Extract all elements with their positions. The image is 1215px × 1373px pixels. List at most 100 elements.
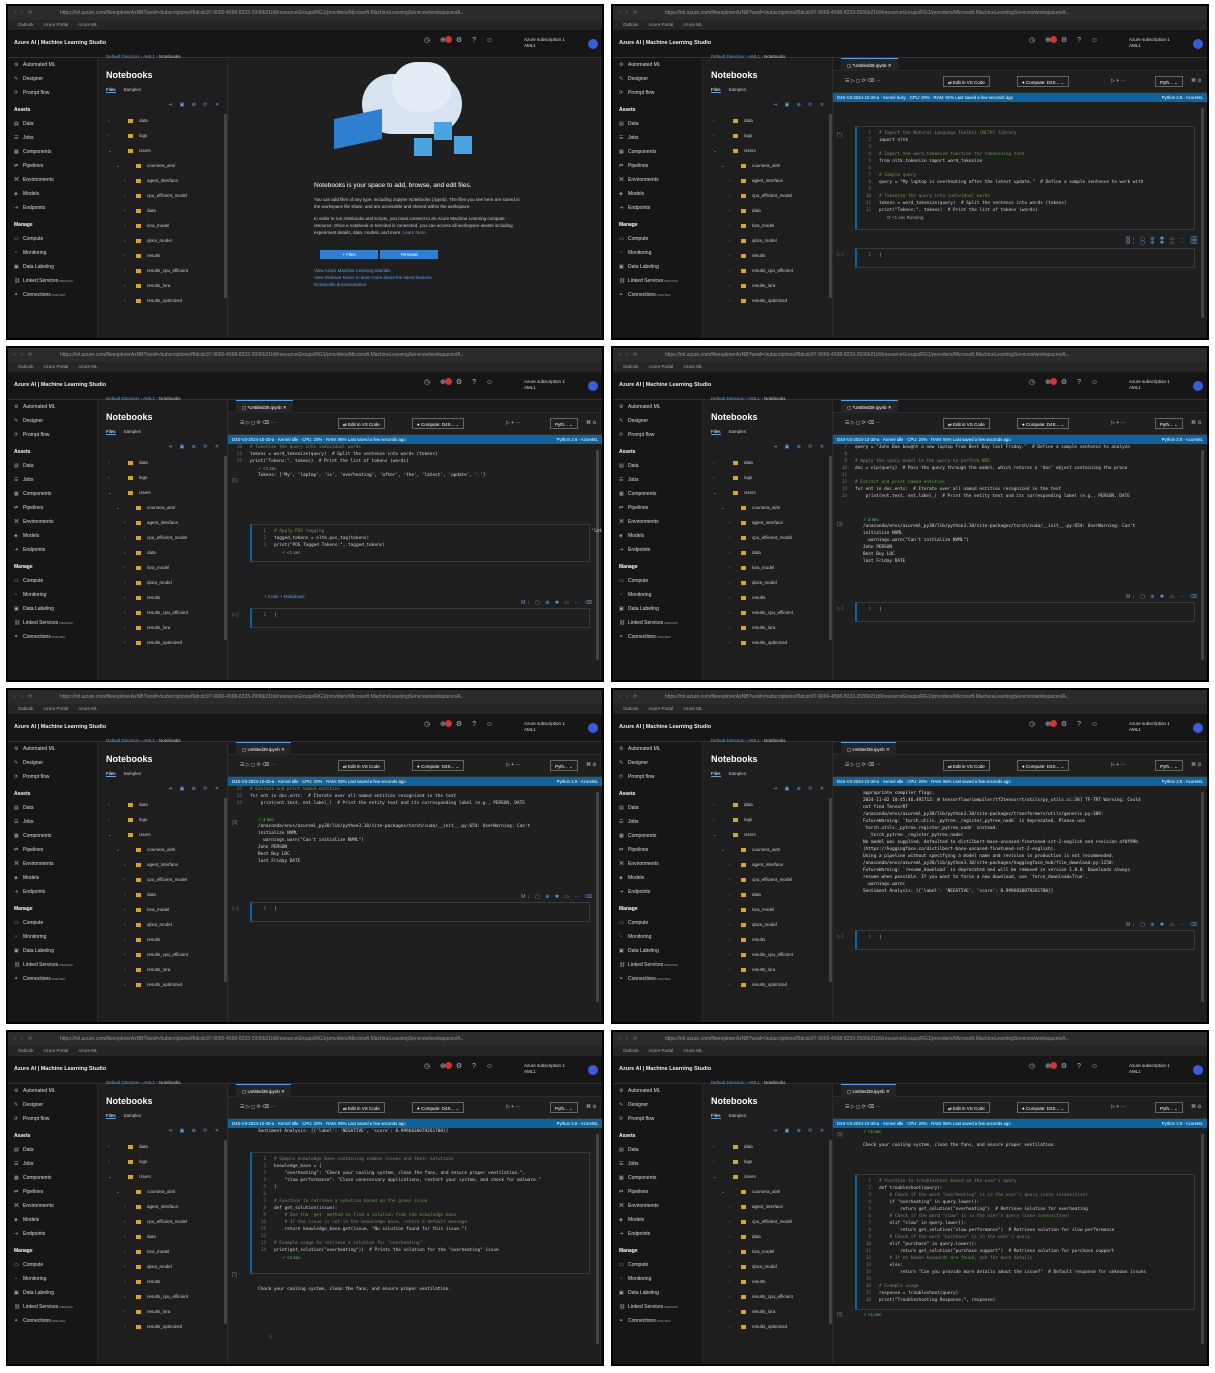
- chevron-icon[interactable]: ›: [124, 932, 126, 947]
- nav-item[interactable]: ▣ Data Labeling: [8, 1286, 97, 1300]
- file-tree-item[interactable]: › logs: [98, 812, 226, 827]
- chevron-icon[interactable]: ›: [124, 590, 126, 605]
- file-tree-item[interactable]: › results_cpu_efficient: [703, 947, 831, 962]
- nav-item[interactable]: ⟳ Prompt flow: [8, 86, 97, 100]
- nav-item[interactable]: ⇄ Pipelines: [613, 1185, 702, 1199]
- nav-item[interactable]: ⇥ Endpoints: [613, 201, 702, 215]
- kernel-selector[interactable]: Pyth... ⌄: [1155, 418, 1183, 429]
- nav-item[interactable]: ☰ Jobs: [8, 1157, 97, 1171]
- avatar[interactable]: [588, 723, 598, 733]
- chevron-icon[interactable]: ›: [124, 1274, 126, 1289]
- file-tree-item[interactable]: › agent_interface: [98, 173, 226, 188]
- chevron-icon[interactable]: ›: [713, 797, 715, 812]
- bookmark-link[interactable]: Outlook: [623, 22, 639, 27]
- chevron-icon[interactable]: ›: [124, 902, 126, 917]
- file-scrollbar[interactable]: [829, 456, 832, 640]
- nav-item[interactable]: ⛓ Linked Services PREVIEW: [613, 616, 702, 630]
- file-tree-item[interactable]: › results_optimized: [703, 635, 831, 650]
- nav-item[interactable]: ▭ Compute: [613, 916, 702, 930]
- nav-item[interactable]: ⚭ Connections PREVIEW: [8, 1314, 97, 1328]
- nav-item[interactable]: ◈ Models: [613, 187, 702, 201]
- nav-item[interactable]: ⌘ Environments: [8, 857, 97, 871]
- nav-item[interactable]: ▭ Compute: [613, 232, 702, 246]
- bookmark-link[interactable]: Outlook: [623, 1048, 639, 1053]
- nav-item[interactable]: ⌘ Environments: [613, 173, 702, 187]
- compute-selector[interactable]: ● Compute: D4S... ⌄: [1017, 760, 1070, 771]
- nav-item[interactable]: ◈ Models: [8, 871, 97, 885]
- nav-item[interactable]: ⌘ Environments: [613, 515, 702, 529]
- chevron-icon[interactable]: ›: [108, 797, 110, 812]
- chevron-icon[interactable]: ⌄: [713, 485, 717, 500]
- bookmark-link[interactable]: Azure Portal: [44, 1048, 69, 1053]
- chevron-icon[interactable]: ›: [124, 962, 126, 977]
- kernel-selector[interactable]: Pyth... ⌄: [1155, 760, 1183, 771]
- chevron-icon[interactable]: ›: [729, 188, 731, 203]
- chevron-icon[interactable]: ›: [729, 575, 731, 590]
- avatar[interactable]: [588, 381, 598, 391]
- nav-item[interactable]: ▦ Components: [613, 145, 702, 159]
- header-icons[interactable]: ◷ ⊕ ⚙ ? ☺: [1029, 378, 1102, 386]
- code-cell[interactable]: 10 # Tokenize the query into individual w…: [228, 444, 602, 465]
- nav-item[interactable]: ⇥ Endpoints: [613, 885, 702, 899]
- run-cell-icon[interactable]: ▷ |: [232, 612, 239, 618]
- file-tree-item[interactable]: › agent_interface: [98, 857, 226, 872]
- file-tree-item[interactable]: › qlora_model: [98, 917, 226, 932]
- code-cell[interactable]: 1 # Apply POS tagging 2 tagged_tokens = nlt…: [250, 524, 590, 562]
- run-cell-icon[interactable]: ▷ |: [232, 906, 239, 912]
- chevron-icon[interactable]: ⌄: [108, 143, 112, 158]
- file-tree-item[interactable]: › lora_model: [98, 218, 226, 233]
- chevron-icon[interactable]: ›: [729, 962, 731, 977]
- browser-nav-icons[interactable]: ‹ › ⟳: [14, 690, 34, 704]
- toolbar-icons-2[interactable]: ▷ + ⋯: [506, 762, 521, 768]
- nav-item[interactable]: ▭ Compute: [8, 232, 97, 246]
- avatar[interactable]: [1193, 1065, 1203, 1075]
- nav-item[interactable]: ▤ Data: [8, 1143, 97, 1157]
- terminal-button[interactable]: Terminal: [380, 249, 438, 259]
- file-tree-item[interactable]: › results_cpu_efficient: [98, 947, 226, 962]
- nav-item[interactable]: ⚭ Connections PREVIEW: [613, 972, 702, 986]
- compute-selector[interactable]: ● Compute: D4S... ⌄: [1017, 418, 1070, 429]
- file-tree-item[interactable]: ⌄ Users: [98, 1169, 226, 1184]
- nav-item[interactable]: ◔ Monitoring: [613, 246, 702, 260]
- chevron-icon[interactable]: ›: [124, 857, 126, 872]
- chevron-icon[interactable]: ›: [124, 263, 126, 278]
- bookmark-link[interactable]: Azure ML: [683, 364, 702, 369]
- browser-nav-icons[interactable]: ‹ › ⟳: [14, 348, 34, 362]
- nav-item[interactable]: ⇄ Pipelines: [8, 1185, 97, 1199]
- file-toolbar-icons[interactable]: ⇥ ▣ ⊕ ⟳ ✕: [168, 1128, 222, 1134]
- file-tree-item[interactable]: › results: [703, 248, 831, 263]
- nav-item[interactable]: ⚭ Connections PREVIEW: [8, 972, 97, 986]
- file-tree-item[interactable]: › lora_model: [703, 218, 831, 233]
- nav-item[interactable]: ⚭ Connections PREVIEW: [613, 288, 702, 302]
- file-tree-item[interactable]: ⌄ coursera_aiml: [98, 500, 226, 515]
- nav-item[interactable]: ▭ Compute: [613, 574, 702, 588]
- nav-item[interactable]: ⇥ Endpoints: [8, 543, 97, 557]
- nav-item[interactable]: ⟳ Prompt flow: [613, 86, 702, 100]
- nav-item[interactable]: ✎ Designer: [613, 414, 702, 428]
- nav-item[interactable]: ⛓ Linked Services PREVIEW: [8, 616, 97, 630]
- doc-link[interactable]: View Azure Machine Learning tutorials: [314, 267, 524, 274]
- toolbar-icons[interactable]: ☰ ▷ ◻ ⟳ ⌫ ⋯: [845, 420, 881, 426]
- chevron-icon[interactable]: ›: [713, 128, 715, 143]
- close-icon[interactable]: ✕: [280, 1089, 285, 1094]
- file-tree-item[interactable]: › results_cpu_efficient: [703, 263, 831, 278]
- file-tree-item[interactable]: › agent_interface: [703, 515, 831, 530]
- nav-item[interactable]: ⚭ Connections PREVIEW: [8, 630, 97, 644]
- toolbar-icons-3[interactable]: ⌘ ⊙: [586, 420, 597, 426]
- cell-toolbar[interactable]: M↓ ▢ ⊕ ✱ ▭ ⋯ ⌫: [521, 894, 594, 900]
- chevron-icon[interactable]: ›: [124, 293, 126, 308]
- chevron-icon[interactable]: ›: [713, 113, 715, 128]
- file-tree-item[interactable]: › agent_interface: [703, 857, 831, 872]
- chevron-icon[interactable]: ›: [713, 470, 715, 485]
- subscription-selector[interactable]: Azure subscription 1 AML1: [1129, 379, 1170, 391]
- nav-item[interactable]: ☰ Jobs: [613, 473, 702, 487]
- nav-item[interactable]: ☰ Jobs: [8, 815, 97, 829]
- nav-item[interactable]: ▣ Data Labeling: [8, 944, 97, 958]
- empty-code-cell[interactable]: 1 |: [250, 902, 590, 922]
- add-files-button[interactable]: + Files: [320, 249, 378, 259]
- file-tree-item[interactable]: › results_optimized: [703, 1319, 831, 1334]
- file-tree-item[interactable]: › logs: [703, 1154, 831, 1169]
- file-tree-item[interactable]: › results: [98, 590, 226, 605]
- chevron-icon[interactable]: ⌄: [713, 1169, 717, 1184]
- url-bar[interactable]: https://ml.azure.com/fileexplorerAzNB?ws…: [613, 1032, 1207, 1046]
